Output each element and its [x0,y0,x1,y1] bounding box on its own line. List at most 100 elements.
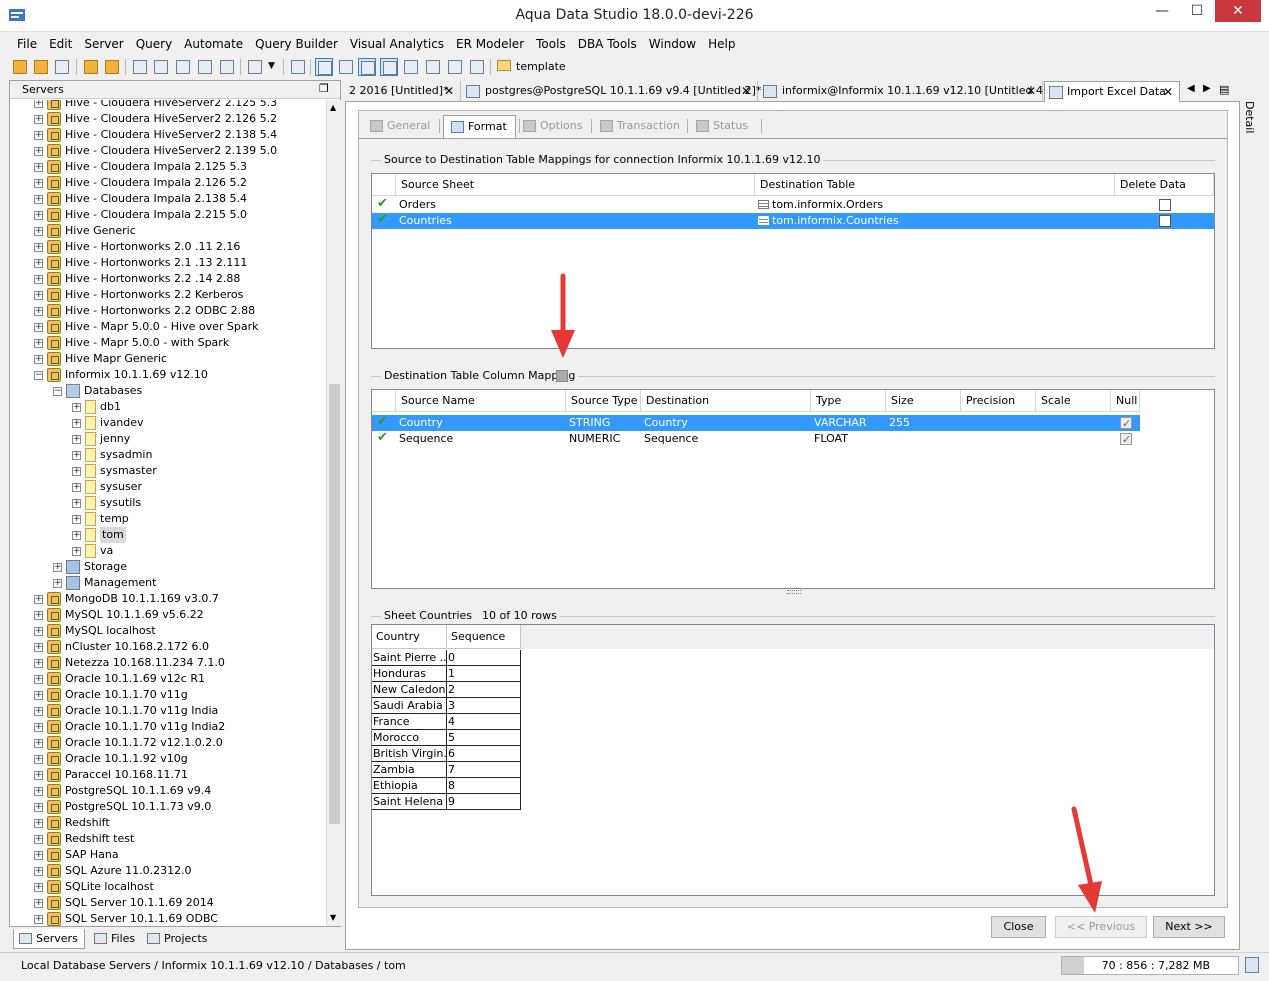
toolbar-layout4-icon[interactable] [380,58,398,76]
garbage-collect-icon[interactable] [1245,957,1259,973]
toolbar-query-builder-icon[interactable] [152,58,170,76]
null-checkbox[interactable] [1120,432,1132,448]
expand-icon[interactable]: + [34,707,43,716]
wizard-tab-transaction[interactable]: Transaction [593,115,683,137]
minimize-button[interactable]: — [1145,0,1179,22]
expand-icon[interactable]: + [53,563,62,572]
expand-icon[interactable]: + [34,771,43,780]
expand-icon[interactable]: + [34,643,43,652]
sheet-col-country[interactable]: Country [372,625,447,649]
tab-postgres-untitled2[interactable]: postgres@PostgreSQL 10.1.1.69 v9.4 [Unti… [462,81,761,102]
menu-query[interactable]: Query [130,33,178,55]
expand-icon[interactable]: + [34,115,43,124]
wizard-tab-format[interactable]: Format [443,115,516,139]
wizard-tab-options[interactable]: Options [516,115,588,137]
menu-er-modeler[interactable]: ER Modeler [450,33,530,55]
expand-icon[interactable]: + [34,691,43,700]
collapse-icon[interactable]: − [34,371,43,380]
col-size[interactable]: Size [886,390,961,412]
expand-icon[interactable]: + [72,531,81,540]
expand-icon[interactable]: + [34,131,43,140]
collapse-icon[interactable]: − [53,387,62,396]
toolbar-copy-server-icon[interactable] [103,58,121,76]
template-folder-icon[interactable] [497,60,511,71]
tree-scroll-thumb[interactable] [329,384,340,824]
expand-icon[interactable]: + [72,515,81,524]
expand-icon[interactable]: + [34,883,43,892]
menu-visual-analytics[interactable]: Visual Analytics [344,33,450,55]
expand-icon[interactable]: + [34,659,43,668]
col-destination[interactable]: Destination [641,390,811,412]
expand-icon[interactable]: + [72,467,81,476]
col-source-name[interactable]: Source Name [396,390,566,412]
expand-icon[interactable]: + [34,211,43,220]
expand-icon[interactable]: + [34,259,43,268]
tab-files[interactable]: Files [89,929,139,949]
expand-icon[interactable]: + [34,243,43,252]
tab-list-icon[interactable]: ▤ [1219,83,1229,96]
expand-icon[interactable]: + [34,803,43,812]
expand-icon[interactable]: + [34,787,43,796]
expand-icon[interactable]: + [34,100,43,108]
expand-icon[interactable]: + [34,835,43,844]
expand-icon[interactable]: + [34,307,43,316]
wizard-tab-general[interactable]: General [363,115,437,137]
toolbar-schema-icon[interactable] [196,58,214,76]
delete-data-checkbox[interactable] [1159,215,1171,227]
tab-informix-untitled4[interactable]: informix@Informix 10.1.1.69 v12.10 [Unti… [759,81,1047,102]
toolbar-layout8-icon[interactable] [468,58,486,76]
col-scale[interactable]: Scale [1036,390,1111,412]
expand-icon[interactable]: + [34,227,43,236]
tree-scrollbar[interactable]: ▲ ▼ [326,100,341,926]
toolbar-layout2-icon[interactable] [337,58,355,76]
toolbar-layout3-icon[interactable] [358,58,376,76]
mapping-row[interactable]: ✔ Countries tom.informix.Countries [372,213,1214,229]
toolbar-register-server-icon[interactable] [11,58,29,76]
delete-data-checkbox[interactable] [1159,199,1171,211]
expand-icon[interactable]: + [72,483,81,492]
toolbar-layout5-icon[interactable] [402,58,420,76]
previous-button[interactable]: << Previous [1055,916,1147,938]
detail-label[interactable]: Detail [1243,101,1256,133]
tab-scroll-left-icon[interactable]: ◀ [1187,83,1195,94]
close-tab-icon[interactable]: ✕ [444,81,454,101]
expand-icon[interactable]: + [72,403,81,412]
col-null[interactable]: Null [1111,390,1140,412]
destination-table-cell[interactable]: tom.informix.Orders [755,197,1115,213]
next-button[interactable]: Next >> [1153,916,1225,938]
toolbar-layout1-icon[interactable] [315,58,333,76]
expand-icon[interactable]: + [34,899,43,908]
toolbar-compare-icon[interactable] [174,58,192,76]
expand-icon[interactable]: + [53,579,62,588]
expand-icon[interactable]: + [34,851,43,860]
menu-automate[interactable]: Automate [178,33,249,55]
destination-table-cell[interactable]: tom.informix.Countries [755,213,1115,229]
expand-icon[interactable]: + [34,163,43,172]
close-tab-icon[interactable]: ✕ [1163,82,1173,102]
toolbar-layout6-icon[interactable] [424,58,442,76]
expand-icon[interactable]: + [34,147,43,156]
wizard-tab-status[interactable]: Status [689,115,759,137]
toolbar-document-icon[interactable] [246,58,264,76]
mapping-row[interactable]: ✔ Orders tom.informix.Orders [372,197,1214,213]
menu-tools[interactable]: Tools [530,33,572,55]
toolbar-connect-icon[interactable] [53,58,71,76]
expand-icon[interactable]: + [72,547,81,556]
menu-help[interactable]: Help [702,33,741,55]
expand-icon[interactable]: + [34,819,43,828]
menu-window[interactable]: Window [643,33,702,55]
close-window-button[interactable]: ✕ [1215,0,1261,22]
menu-file[interactable]: File [11,33,43,55]
column-mapping-row[interactable]: ✔ Country STRING Country VARCHAR 255 [372,415,1140,432]
expand-icon[interactable]: + [34,291,43,300]
expand-icon[interactable]: + [34,195,43,204]
close-tab-icon[interactable]: ✕ [1026,81,1036,101]
col-precision[interactable]: Precision [961,390,1036,412]
tab-projects[interactable]: Projects [142,929,212,949]
sheet-col-sequence[interactable]: Sequence [447,625,521,649]
col-type[interactable]: Type [811,390,886,412]
col-destination-table[interactable]: Destination Table [755,174,1115,196]
expand-icon[interactable]: + [34,611,43,620]
toolbar-edit-server-icon[interactable] [82,58,100,76]
expand-icon[interactable]: + [34,339,43,348]
